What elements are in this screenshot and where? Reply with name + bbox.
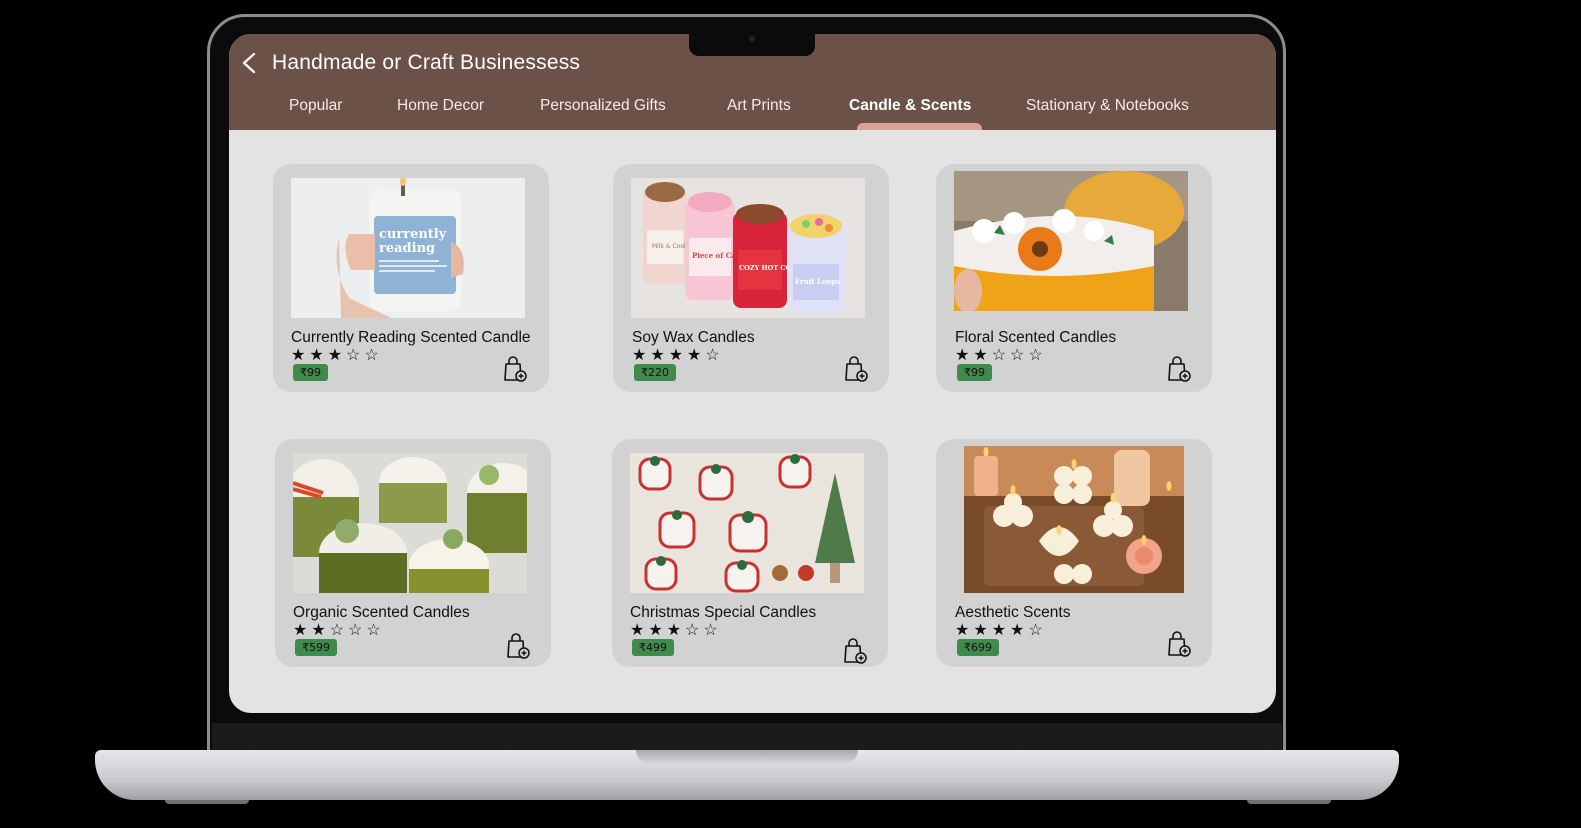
rating-stars: ★ ★ ★ ☆ ☆ — [291, 348, 379, 364]
rating-stars: ★ ★ ★ ★ ☆ — [955, 623, 1043, 639]
product-image — [954, 171, 1188, 311]
shopping-bag-plus-icon[interactable] — [843, 355, 869, 383]
star-empty-icon: ☆ — [1028, 622, 1043, 639]
product-image: Milk & Cookies Piece of Cake COZY HOT CO… — [631, 178, 865, 318]
chevron-left-icon[interactable] — [237, 50, 263, 76]
star-empty-icon: ☆ — [1028, 347, 1043, 364]
star-filled-icon: ★ — [955, 622, 970, 639]
star-filled-icon: ★ — [973, 347, 988, 364]
shopping-bag-plus-icon[interactable] — [502, 355, 528, 383]
product-card[interactable]: Christmas Special Candles ★ ★ ★ ☆ ☆ ₹499 — [612, 439, 888, 667]
tab-home-decor[interactable]: Home Decor — [397, 97, 484, 115]
product-title: Floral Scented Candles — [955, 329, 1117, 346]
product-image — [293, 453, 527, 593]
app-screen: Handmade or Craft Businessess Popular Ho… — [229, 34, 1276, 713]
star-filled-icon: ★ — [955, 347, 970, 364]
star-filled-icon: ★ — [309, 347, 324, 364]
rating-stars: ★ ★ ☆ ☆ ☆ — [293, 623, 381, 639]
product-card[interactable]: currently reading Currently Reading Scen… — [273, 164, 549, 392]
star-empty-icon: ☆ — [364, 347, 379, 364]
product-card[interactable]: Organic Scented Candles ★ ★ ☆ ☆ ☆ ₹599 — [275, 439, 551, 667]
star-filled-icon: ★ — [668, 347, 684, 364]
star-filled-icon: ★ — [973, 622, 988, 639]
star-filled-icon: ★ — [630, 622, 645, 639]
star-empty-icon: ☆ — [703, 622, 718, 639]
star-empty-icon: ☆ — [348, 622, 363, 639]
product-card[interactable]: Floral Scented Candles ★ ★ ☆ ☆ ☆ ₹99 — [936, 164, 1212, 392]
star-filled-icon: ★ — [650, 347, 665, 364]
tab-stationary-notebooks[interactable]: Stationary & Notebooks — [1026, 97, 1189, 115]
star-empty-icon: ☆ — [705, 347, 720, 364]
star-filled-icon: ★ — [632, 347, 647, 364]
camera-icon — [749, 36, 755, 42]
star-empty-icon: ☆ — [991, 347, 1007, 364]
product-title: Christmas Special Candles — [630, 604, 817, 621]
product-image — [630, 453, 864, 593]
laptop-opening-notch — [636, 750, 858, 764]
product-title: Aesthetic Scents — [955, 604, 1071, 621]
star-filled-icon: ★ — [648, 622, 663, 639]
category-tabs: Popular Home Decor Personalized Gifts Ar… — [229, 90, 1276, 130]
star-filled-icon: ★ — [291, 347, 306, 364]
star-filled-icon: ★ — [327, 347, 343, 364]
candle-label-text: currently — [379, 227, 447, 242]
price-badge: ₹499 — [632, 639, 674, 656]
product-title: Currently Reading Scented Candle — [291, 329, 531, 346]
product-image: currently reading — [291, 178, 525, 318]
rating-stars: ★ ★ ★ ★ ☆ — [632, 348, 720, 364]
shopping-bag-plus-icon[interactable] — [1166, 630, 1192, 658]
star-filled-icon: ★ — [666, 622, 682, 639]
star-filled-icon: ★ — [687, 347, 702, 364]
price-badge: ₹220 — [634, 364, 676, 381]
tab-candle-scents[interactable]: Candle & Scents — [849, 97, 971, 115]
candle-label-text: reading — [379, 241, 435, 256]
product-card[interactable]: Milk & Cookies Piece of Cake COZY HOT CO… — [613, 164, 889, 392]
star-filled-icon: ★ — [311, 622, 326, 639]
tab-art-prints[interactable]: Art Prints — [727, 97, 791, 115]
product-title: Soy Wax Candles — [632, 329, 755, 346]
star-empty-icon: ☆ — [1010, 347, 1025, 364]
product-image — [964, 446, 1184, 593]
shopping-bag-plus-icon[interactable] — [842, 637, 868, 665]
star-empty-icon: ☆ — [685, 622, 700, 639]
star-empty-icon: ☆ — [346, 347, 361, 364]
laptop-foot — [165, 800, 249, 804]
star-filled-icon: ★ — [991, 622, 1007, 639]
tab-personalized-gifts[interactable]: Personalized Gifts — [540, 97, 666, 115]
star-filled-icon: ★ — [1010, 622, 1025, 639]
price-badge: ₹699 — [957, 639, 999, 656]
rating-stars: ★ ★ ★ ☆ ☆ — [630, 623, 718, 639]
price-badge: ₹99 — [957, 364, 992, 381]
star-empty-icon: ☆ — [329, 622, 345, 639]
laptop-bezel — [212, 723, 1282, 750]
jar-label-text: Fruit Loops — [795, 277, 840, 286]
active-tab-indicator — [857, 123, 982, 130]
shopping-bag-plus-icon[interactable] — [505, 632, 531, 660]
product-card[interactable]: Aesthetic Scents ★ ★ ★ ★ ☆ ₹699 — [936, 439, 1212, 667]
price-badge: ₹99 — [293, 364, 328, 381]
product-title: Organic Scented Candles — [293, 604, 470, 621]
star-filled-icon: ★ — [293, 622, 308, 639]
price-badge: ₹599 — [295, 639, 337, 656]
tab-popular[interactable]: Popular — [289, 97, 342, 115]
camera-notch — [689, 33, 815, 56]
shopping-bag-plus-icon[interactable] — [1166, 355, 1192, 383]
laptop-foot — [1247, 800, 1331, 804]
star-empty-icon: ☆ — [366, 622, 381, 639]
page-title: Handmade or Craft Businessess — [272, 51, 581, 74]
rating-stars: ★ ★ ☆ ☆ ☆ — [955, 348, 1043, 364]
